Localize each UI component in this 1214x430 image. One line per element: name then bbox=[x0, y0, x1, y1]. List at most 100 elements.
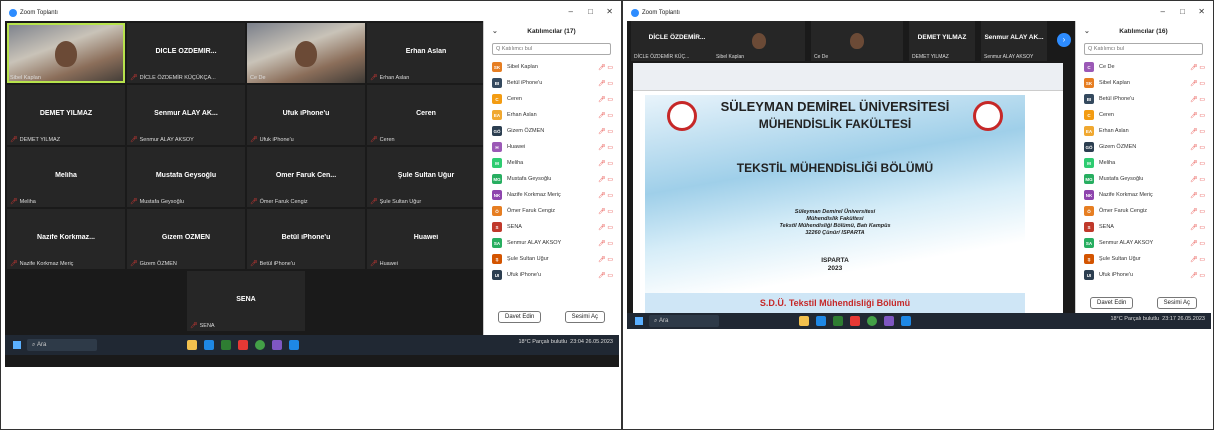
participant-row[interactable]: S SENA 🎤︎ ▭ bbox=[1076, 219, 1211, 235]
participant-row[interactable]: Ş Şule Sultan Uğur 🎤︎ ▭ bbox=[1076, 251, 1211, 267]
video-tile[interactable]: Ceren 🎤︎ Ceren bbox=[367, 85, 485, 145]
file-explorer-icon[interactable] bbox=[799, 316, 809, 326]
video-tile[interactable]: SENA 🎤︎ SENA bbox=[187, 271, 305, 331]
app-icon[interactable] bbox=[850, 316, 860, 326]
close-icon[interactable]: ✕ bbox=[606, 7, 613, 16]
maximize-icon[interactable]: □ bbox=[588, 7, 593, 16]
participant-row[interactable]: M Meliha 🎤︎ ▭ bbox=[484, 155, 619, 171]
participant-row[interactable]: UI Ufuk iPhone'u 🎤︎ ▭ bbox=[484, 267, 619, 283]
participant-row[interactable]: SK Sibel Kaplan 🎤︎ ▭ bbox=[1076, 75, 1211, 91]
video-tile[interactable]: DEMET YILMAZ DEMET YILMAZ bbox=[909, 21, 975, 61]
participant-row[interactable]: C Ce De 🎤︎ ▭ bbox=[1076, 59, 1211, 75]
video-tile[interactable]: Senmur ALAY AK... Senmur ALAY AKSOY bbox=[981, 21, 1047, 61]
participant-name: Ufuk iPhone'u bbox=[259, 136, 294, 143]
video-tile[interactable]: Şule Sultan Uğur 🎤︎ Şule Sultan Uğur bbox=[367, 147, 485, 207]
zoom-taskbar-icon[interactable] bbox=[901, 316, 911, 326]
participant-row[interactable]: GÖ Gizem ÖZMEN 🎤︎ ▭ bbox=[1076, 139, 1211, 155]
taskbar-search[interactable]: ⌕ Ara bbox=[649, 315, 719, 327]
taskbar-search[interactable]: ⌕ Ara bbox=[27, 339, 97, 351]
unmute-button[interactable]: Sesimi Aç bbox=[1156, 297, 1197, 309]
participant-row[interactable]: NK Nazife Korkmaz Meriç 🎤︎ ▭ bbox=[1076, 187, 1211, 203]
participant-row[interactable]: EA Erhan Aslan 🎤︎ ▭ bbox=[484, 107, 619, 123]
search-input[interactable]: Q Katılımcı bul bbox=[1084, 43, 1203, 55]
next-page-icon[interactable]: › bbox=[1057, 33, 1071, 47]
unmute-button[interactable]: Sesimi Aç bbox=[564, 311, 605, 323]
participant-row[interactable]: SK Sibel Kaplan 🎤︎ ▭ bbox=[484, 59, 619, 75]
chevron-down-icon[interactable]: ⌄ bbox=[1084, 27, 1090, 35]
participant-name: Şule Sultan Uğur bbox=[507, 256, 549, 262]
video-tile[interactable]: Erhan Aslan 🎤︎ Erhan Aslan bbox=[367, 23, 485, 83]
participant-row[interactable]: SA Senmur ALAY AKSOY 🎤︎ ▭ bbox=[1076, 235, 1211, 251]
chevron-down-icon[interactable]: ⌄ bbox=[492, 27, 498, 35]
video-tile[interactable]: DEMET YILMAZ 🎤︎ DEMET YILMAZ bbox=[7, 85, 125, 145]
video-tile[interactable]: Senmur ALAY AK... 🎤︎ Senmur ALAY AKSOY bbox=[127, 85, 245, 145]
store-icon[interactable] bbox=[816, 316, 826, 326]
chrome-icon[interactable] bbox=[867, 316, 877, 326]
participant-avatar: SA bbox=[492, 238, 502, 248]
participant-name-label: 🎤︎ SENA bbox=[190, 322, 215, 330]
video-tile[interactable]: Meliha 🎤︎ Meliha bbox=[7, 147, 125, 207]
participant-row[interactable]: SA Senmur ALAY AKSOY 🎤︎ ▭ bbox=[484, 235, 619, 251]
minimize-icon[interactable]: – bbox=[569, 7, 573, 16]
participant-row[interactable]: Ö Ömer Faruk Cengiz 🎤︎ ▭ bbox=[1076, 203, 1211, 219]
minimize-icon[interactable]: – bbox=[1161, 7, 1165, 16]
close-icon[interactable]: ✕ bbox=[1198, 7, 1205, 16]
video-tile[interactable]: Sibel Kaplan bbox=[7, 23, 125, 83]
maximize-icon[interactable]: □ bbox=[1180, 7, 1185, 16]
video-tile[interactable]: Ce De bbox=[247, 23, 365, 83]
windows-start-icon[interactable] bbox=[635, 317, 643, 325]
video-tile[interactable]: Huawei 🎤︎ Huawei bbox=[367, 209, 485, 269]
video-tile[interactable]: Betül iPhone'u 🎤︎ Betül iPhone'u bbox=[247, 209, 365, 269]
video-tile[interactable]: Sibel Kaplan bbox=[713, 21, 805, 61]
participant-name: Meliha bbox=[507, 160, 524, 166]
participant-row[interactable]: GÖ Gizem ÖZMEN 🎤︎ ▭ bbox=[484, 123, 619, 139]
participant-row[interactable]: S SENA 🎤︎ ▭ bbox=[484, 219, 619, 235]
muted-status-icon: 🎤︎ ▭ bbox=[598, 224, 613, 231]
chrome-icon[interactable] bbox=[255, 340, 265, 350]
store-icon[interactable] bbox=[204, 340, 214, 350]
video-tile[interactable]: DİCLE ÖZDEMİR... 🎤︎ DİCLE ÖZDEMİR KÜÇÜKÇA.… bbox=[127, 23, 245, 83]
windows-start-icon[interactable] bbox=[13, 341, 21, 349]
video-tile[interactable]: Ufuk iPhone'u 🎤︎ Ufuk iPhone'u bbox=[247, 85, 365, 145]
weather-text: 18°C Parçalı bulutlu bbox=[1110, 316, 1160, 322]
video-tile[interactable]: Mustafa Geysoğlu 🎤︎ Mustafa Geysoğlu bbox=[127, 147, 245, 207]
app-icon[interactable] bbox=[238, 340, 248, 350]
invite-button[interactable]: Davet Edin bbox=[498, 311, 542, 323]
search-input[interactable]: Q Katılımcı bul bbox=[492, 43, 611, 55]
participant-row[interactable]: C Ceren 🎤︎ ▭ bbox=[484, 91, 619, 107]
participant-row[interactable]: MG Mustafa Geysoğlu 🎤︎ ▭ bbox=[484, 171, 619, 187]
participant-row[interactable]: EA Erhan Aslan 🎤︎ ▭ bbox=[1076, 123, 1211, 139]
participant-row[interactable]: Ş Şule Sultan Uğur 🎤︎ ▭ bbox=[484, 251, 619, 267]
participant-avatar: SA bbox=[1084, 238, 1094, 248]
participant-name: Sibel Kaplan bbox=[507, 64, 538, 70]
participant-row[interactable]: Ö Ömer Faruk Cengiz 🎤︎ ▭ bbox=[484, 203, 619, 219]
participant-name: Gizem ÖZMEN bbox=[507, 128, 545, 134]
video-strip: DİCLE ÖZDEMİR... DİCLE ÖZDEMİR KÜÇ... Sibe… bbox=[627, 21, 1075, 61]
video-tile[interactable]: Gizem ÖZMEN 🎤︎ Gizem ÖZMEN bbox=[127, 209, 245, 269]
participant-name-label: 🎤︎ Nazife Korkmaz Meriç bbox=[10, 260, 73, 268]
video-tile[interactable]: Ömer Faruk Cen... 🎤︎ Ömer Faruk Cengiz bbox=[247, 147, 365, 207]
zoom-taskbar-icon[interactable] bbox=[289, 340, 299, 350]
participant-row[interactable]: UI Ufuk iPhone'u 🎤︎ ▭ bbox=[1076, 267, 1211, 283]
file-explorer-icon[interactable] bbox=[187, 340, 197, 350]
muted-mic-icon: 🎤︎ bbox=[250, 199, 258, 205]
teams-icon[interactable] bbox=[884, 316, 894, 326]
participant-row[interactable]: NK Nazife Korkmaz Meriç 🎤︎ ▭ bbox=[484, 187, 619, 203]
excel-icon[interactable] bbox=[833, 316, 843, 326]
video-tile[interactable]: Nazife Korkmaz... 🎤︎ Nazife Korkmaz Meriç bbox=[7, 209, 125, 269]
participant-row[interactable]: C Ceren 🎤︎ ▭ bbox=[1076, 107, 1211, 123]
muted-status-icon: 🎤︎ ▭ bbox=[598, 272, 613, 279]
muted-status-icon: 🎤︎ ▭ bbox=[598, 112, 613, 119]
participant-name: DEMET YILMAZ bbox=[19, 136, 61, 143]
invite-button[interactable]: Davet Edin bbox=[1090, 297, 1134, 309]
video-tile[interactable]: Ce De bbox=[811, 21, 903, 61]
participant-row[interactable]: M Meliha 🎤︎ ▭ bbox=[1076, 155, 1211, 171]
teams-icon[interactable] bbox=[272, 340, 282, 350]
participant-row[interactable]: BI Betül iPhone'u 🎤︎ ▭ bbox=[1076, 91, 1211, 107]
participant-row[interactable]: MG Mustafa Geysoğlu 🎤︎ ▭ bbox=[1076, 171, 1211, 187]
muted-status-icon: 🎤︎ ▭ bbox=[598, 80, 613, 87]
participant-row[interactable]: BI Betül iPhone'u 🎤︎ ▭ bbox=[484, 75, 619, 91]
excel-icon[interactable] bbox=[221, 340, 231, 350]
participant-row[interactable]: H Huawei 🎤︎ ▭ bbox=[484, 139, 619, 155]
video-tile[interactable]: DİCLE ÖZDEMİR... DİCLE ÖZDEMİR KÜÇ... bbox=[631, 21, 723, 61]
